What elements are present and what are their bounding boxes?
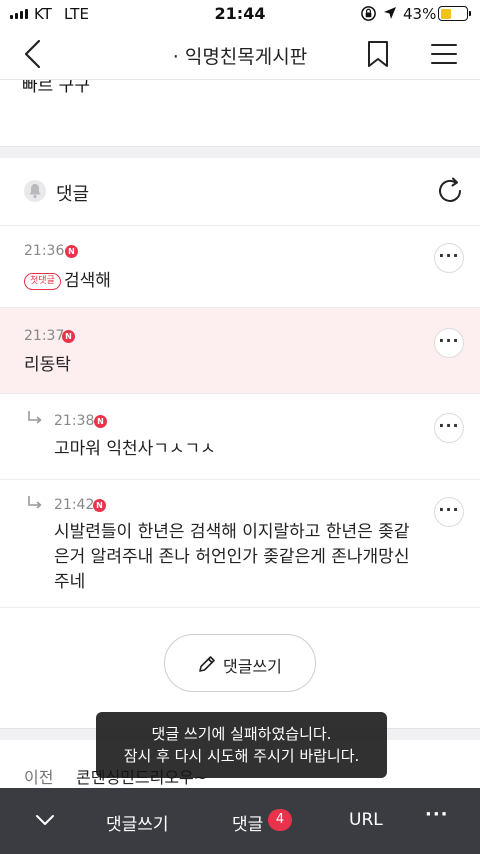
rotation-lock-icon: [361, 6, 376, 21]
chevron-down-icon[interactable]: [34, 812, 56, 828]
refresh-icon[interactable]: [436, 177, 464, 205]
board-title: · 익명친목게시판: [172, 46, 308, 68]
toast-line-1: 댓글 쓰기에 실패하였습니다.: [151, 725, 332, 743]
battery-icon: [438, 6, 471, 21]
comments-header: 댓글: [0, 158, 480, 226]
top-navigation-bar: · 익명친목게시판: [0, 28, 480, 80]
comment-time: 21:36: [24, 243, 65, 259]
status-bar: KT LTE 21:44 43%: [0, 0, 480, 28]
more-options-button[interactable]: ···: [425, 804, 449, 825]
comment-item: 21:36 N 첫댓글 검색해 ···: [0, 226, 480, 308]
section-divider: [0, 146, 480, 158]
battery-level-fill: [440, 8, 452, 19]
write-comment-button[interactable]: 댓글쓰기: [164, 634, 316, 692]
comment-item-highlighted: 21:37 N 리동탁 ···: [0, 308, 480, 394]
comment-more-button[interactable]: ···: [434, 243, 464, 273]
reply-arrow-icon: [28, 411, 42, 424]
bookmark-icon[interactable]: [366, 40, 390, 68]
comment-text-line: 시발련들이 한년은 검색해 이지랄하고 한년은 좆같: [54, 522, 410, 542]
copy-url-button[interactable]: URL: [349, 810, 383, 830]
pencil-icon: [199, 656, 215, 672]
new-badge: N: [65, 245, 78, 258]
bottom-write-comment-button[interactable]: 댓글쓰기: [106, 810, 169, 835]
comment-more-button[interactable]: ···: [434, 413, 464, 443]
toast-line-2: 잠시 후 다시 시도해 주시기 바랍니다.: [123, 747, 360, 765]
post-content: 빠르 구구: [0, 80, 480, 146]
reply-arrow-icon: [28, 496, 42, 509]
hamburger-menu-icon[interactable]: [430, 42, 458, 66]
comment-text-line: 주네: [54, 572, 86, 592]
comment-time: 21:42: [54, 497, 95, 513]
new-badge: N: [93, 499, 106, 512]
comments-section-title: 댓글: [56, 184, 90, 205]
comment-more-button[interactable]: ···: [434, 328, 464, 358]
comment-time: 21:37: [24, 328, 65, 344]
comment-count-badge: 4: [268, 809, 292, 831]
comment-text-line: 은거 알려주내 존나 허언인가 좆같은게 존나개망신: [54, 547, 410, 567]
reply-comment-item: 21:38 N 고마워 익천사ㄱㅅㄱㅅ ···: [0, 394, 480, 480]
reply-comment-item: 21:42 N 시발련들이 한년은 검색해 이지랄하고 한년은 좆같 은거 알려…: [0, 480, 480, 608]
comment-text: 리동탁: [24, 355, 71, 375]
write-comment-label: 댓글쓰기: [223, 657, 282, 676]
bottom-comments-button[interactable]: 댓글: [232, 810, 263, 835]
post-text-clipped: 빠르 구구: [22, 80, 90, 96]
bottom-action-bar: 댓글쓰기 댓글 4 URL ···: [0, 788, 480, 854]
previous-label: 이전: [24, 768, 54, 787]
comment-text: 시발련들이 한년은 검색해 이지랄하고 한년은 좆같 은거 알려주내 존나 허언…: [54, 520, 434, 595]
comment-text: 검색해: [64, 271, 111, 291]
new-badge: N: [62, 330, 75, 343]
comment-time: 21:38: [54, 413, 95, 429]
comment-more-button[interactable]: ···: [434, 497, 464, 527]
new-badge: N: [94, 415, 107, 428]
error-toast: 댓글 쓰기에 실패하였습니다. 잠시 후 다시 시도해 주시기 바랍니다.: [96, 712, 387, 778]
first-comment-tag: 첫댓글: [24, 273, 61, 290]
location-arrow-icon: [384, 7, 396, 19]
bell-icon[interactable]: [24, 180, 46, 202]
comment-text: 고마워 익천사ㄱㅅㄱㅅ: [54, 439, 216, 459]
battery-percent: 43%: [403, 5, 437, 23]
